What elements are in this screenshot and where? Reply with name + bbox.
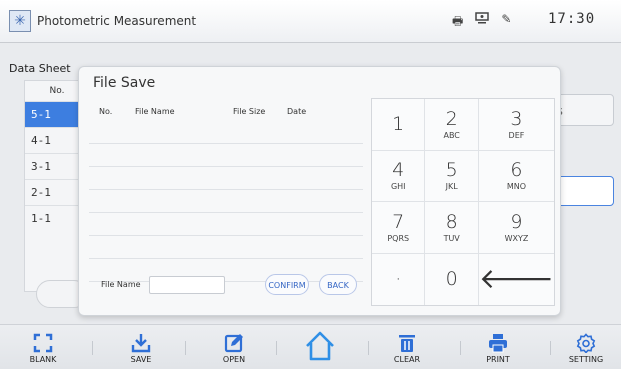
title-bar: ✳ Photometric Measurement 🖶 ✎ 17:30 [0,0,621,43]
edit-icon [224,334,243,353]
file-name-input[interactable] [149,276,225,294]
file-list[interactable]: No. File Name File Size Date [89,101,363,289]
column-date: Date [287,107,307,116]
home-icon [306,331,334,361]
key-6[interactable]: 6 MNO [478,151,554,202]
gear-icon [576,333,596,353]
clear-button[interactable]: CLEAR [372,325,442,369]
file-name-label: File Name [101,280,141,289]
setting-button[interactable]: SETTING [551,325,621,369]
status-icons: 🖶 ✎ [452,12,511,33]
trash-icon [399,335,415,352]
column-file-name: File Name [135,107,175,116]
numeric-keypad: 1 2 ABC 3 DEF 4 GHI 5 JKL 6 MNO 7 PQRS 8 TUV 9W… [371,98,555,306]
backspace-key[interactable]: 🡐 [479,254,554,306]
data-sheet-title: Data Sheet [9,62,71,75]
print-button[interactable]: PRINT [463,325,533,369]
bottom-toolbar: BLANK SAVE OPEN CLEAR PRINT SETTING [0,324,621,369]
key-9[interactable]: 9 WXYZ [478,202,554,254]
file-save-dialog: File Save No. File Name File Size Date F… [78,66,561,316]
key-5[interactable]: 5 JKL [425,150,479,202]
app-logo-icon: ✳ [9,10,31,32]
back-button[interactable]: BACK [319,274,357,295]
list-item[interactable] [89,190,363,213]
open-button[interactable]: OPEN [199,325,269,369]
list-item[interactable] [89,144,363,167]
key-3[interactable]: 3 DEF [478,99,554,151]
key-7[interactable]: 7 PQRS [372,202,426,254]
clock: 17:30 [548,11,596,27]
key-8[interactable]: 8 TUV [425,202,479,254]
dialog-title: File Save [93,75,156,91]
printer-icon [489,334,507,353]
confirm-button[interactable]: CONFIRM [265,274,309,295]
key-dot[interactable]: · [372,253,426,305]
list-item[interactable] [89,167,363,190]
blank-button[interactable]: BLANK [8,325,78,369]
list-item[interactable] [89,213,363,236]
save-button[interactable]: SAVE [106,325,176,369]
app-title: Photometric Measurement [37,14,197,28]
home-button[interactable] [285,325,355,369]
column-file-size: File Size [233,107,266,116]
monitor-icon [475,12,490,33]
key-4[interactable]: 4 GHI [372,150,426,202]
printer-icon: 🖶 [452,14,464,28]
list-item[interactable] [89,236,363,259]
save-icon [131,334,151,353]
pen-icon: ✎ [501,12,512,26]
blank-icon [33,333,53,353]
list-item[interactable] [89,121,363,144]
key-1[interactable]: 1 [372,99,426,151]
file-list-header: No. File Name File Size Date [89,101,363,121]
key-2[interactable]: 2 ABC [425,99,479,151]
key-0[interactable]: 0 [425,253,479,305]
back-arrow-icon: 🡐 [478,262,554,296]
column-no: No. [99,107,113,116]
